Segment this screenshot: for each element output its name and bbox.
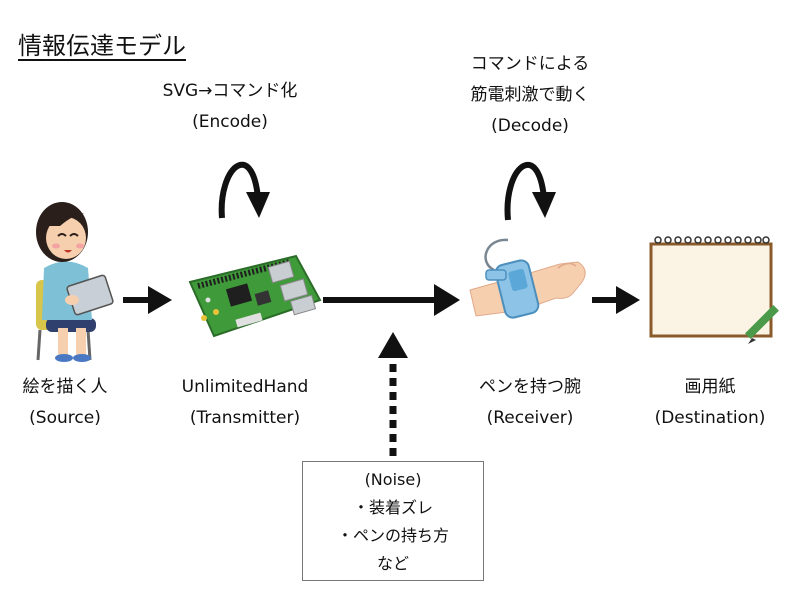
arrow-transmitter-to-receiver bbox=[323, 284, 460, 316]
circuit-board-illustration bbox=[188, 254, 322, 338]
arrow-receiver-to-destination bbox=[592, 286, 640, 314]
spiral-binding bbox=[654, 236, 770, 244]
encode-loop-arrow bbox=[218, 161, 270, 219]
sketchbook-illustration bbox=[649, 236, 779, 344]
diagram-canvas bbox=[36, 161, 779, 456]
person-drawing-illustration bbox=[36, 202, 114, 362]
decode-loop-arrow bbox=[504, 161, 556, 221]
noise-arrow bbox=[378, 332, 408, 456]
arrow-source-to-transmitter bbox=[123, 286, 172, 314]
arm-with-band-illustration bbox=[469, 238, 586, 319]
